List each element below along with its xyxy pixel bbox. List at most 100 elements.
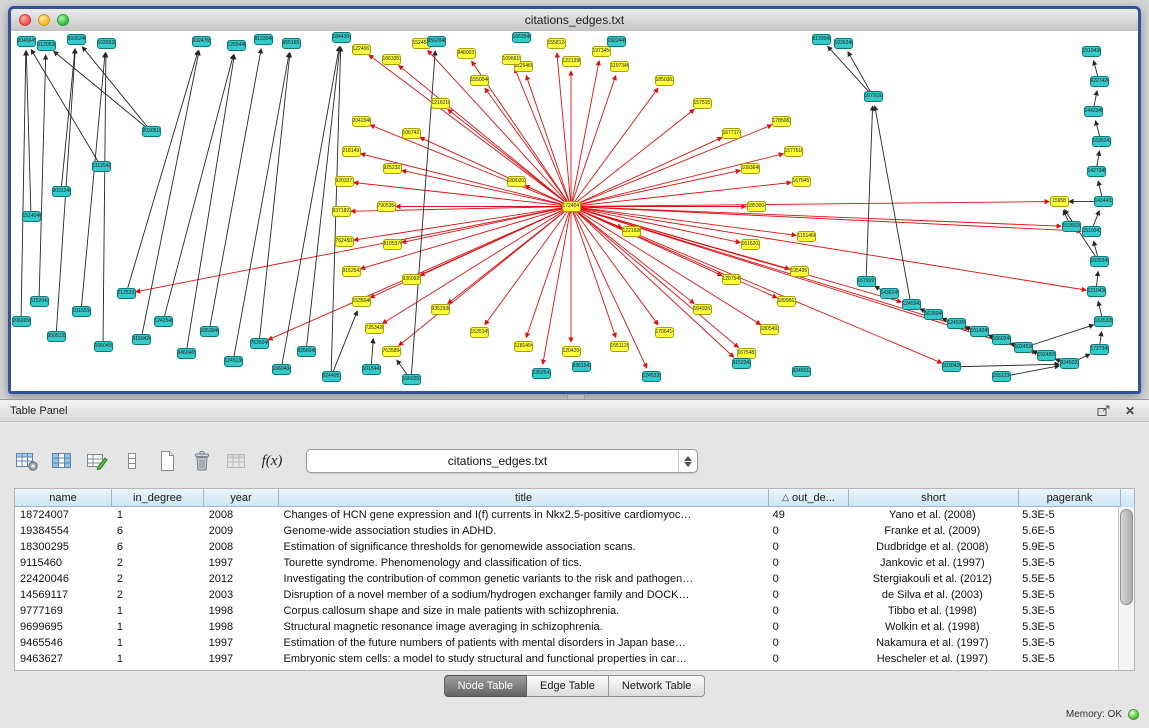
- graph-node[interactable]: 9936246: [67, 34, 86, 45]
- graph-node[interactable]: 1635335: [1094, 316, 1113, 327]
- graph-node[interactable]: 1551234: [992, 371, 1011, 382]
- column-header-name[interactable]: name: [15, 489, 112, 507]
- graph-node[interactable]: 9245012: [792, 366, 811, 377]
- graph-node[interactable]: 1224061: [352, 44, 371, 55]
- graph-node[interactable]: 7624503: [335, 236, 354, 247]
- graph-node[interactable]: 1015034: [72, 306, 91, 317]
- graph-edge[interactable]: [543, 206, 571, 364]
- graph-edge[interactable]: [81, 53, 105, 312]
- graph-node[interactable]: 1635345: [1090, 256, 1109, 267]
- graph-node[interactable]: 9245032: [1060, 358, 1079, 369]
- graph-edge[interactable]: [31, 50, 101, 167]
- graph-node[interactable]: 2060650: [12, 316, 31, 327]
- graph-node[interactable]: 9203371: [335, 176, 354, 187]
- graph-node[interactable]: 1844304: [332, 32, 351, 43]
- graph-edge[interactable]: [354, 206, 571, 240]
- column-header-short[interactable]: short: [849, 489, 1019, 507]
- graph-edge[interactable]: [557, 53, 571, 206]
- graph-node[interactable]: 1724047: [562, 201, 581, 212]
- table-columns-icon[interactable]: [49, 448, 75, 474]
- graph-edge[interactable]: [571, 109, 694, 206]
- graph-edge[interactable]: [571, 206, 694, 303]
- graph-edge[interactable]: [571, 206, 777, 297]
- graph-node[interactable]: 1255446: [227, 40, 246, 51]
- graph-edge[interactable]: [571, 206, 616, 337]
- graph-node[interactable]: 1036246: [834, 38, 853, 49]
- graph-edge[interactable]: [571, 206, 1036, 352]
- graph-node[interactable]: 9371823: [332, 206, 351, 217]
- table-row[interactable]: 1938455462009Genome-wide association stu…: [15, 523, 1119, 539]
- graph-node[interactable]: 1679197: [857, 276, 876, 287]
- graph-node[interactable]: 2125333: [117, 288, 136, 299]
- graph-node[interactable]: 9227426: [1090, 76, 1109, 87]
- graph-node[interactable]: 1954957: [790, 266, 809, 277]
- graph-edge[interactable]: [428, 50, 571, 206]
- graph-node[interactable]: 1924505: [1037, 350, 1056, 361]
- graph-node[interactable]: 1216216: [431, 98, 450, 109]
- graph-node[interactable]: 2181491: [342, 146, 361, 157]
- function-icon[interactable]: f(x): [259, 448, 285, 474]
- graph-edge[interactable]: [103, 53, 106, 347]
- graph-node[interactable]: 2120530: [37, 40, 56, 51]
- graph-edge[interactable]: [402, 170, 571, 206]
- graph-node[interactable]: 1535145: [470, 327, 489, 338]
- graph-node[interactable]: 1152943: [30, 296, 49, 307]
- graph-node[interactable]: 2046645: [17, 36, 36, 47]
- graph-edge[interactable]: [571, 61, 599, 207]
- graph-node[interactable]: 1096619: [502, 54, 521, 65]
- graph-node[interactable]: 15958: [1050, 196, 1069, 207]
- graph-node[interactable]: 1112546: [92, 161, 111, 172]
- graph-edge[interactable]: [26, 51, 31, 216]
- graph-edge[interactable]: [306, 47, 340, 352]
- new-file-icon[interactable]: [154, 448, 180, 474]
- table-row[interactable]: 969969511998Structural magnetic resonanc…: [15, 619, 1119, 635]
- disabled-table-icon[interactable]: [224, 448, 250, 474]
- column-header-title[interactable]: title: [279, 489, 769, 507]
- graph-node[interactable]: 1510342: [1082, 226, 1101, 237]
- graph-node[interactable]: 1663351: [382, 54, 401, 65]
- table-row[interactable]: 1830029562008Estimation of significance …: [15, 539, 1119, 555]
- graph-node[interactable]: 1204204: [562, 346, 581, 357]
- tab-network-table[interactable]: Network Table: [609, 675, 706, 697]
- graph-node[interactable]: 9562046: [427, 36, 446, 47]
- graph-node[interactable]: 1577516: [784, 146, 803, 157]
- graph-edge[interactable]: [571, 202, 1049, 207]
- graph-node[interactable]: 1245365: [947, 318, 966, 329]
- graph-edge[interactable]: [233, 53, 289, 362]
- graph-node[interactable]: 1535046: [352, 296, 371, 307]
- graph-edge[interactable]: [209, 49, 261, 332]
- graph-edge[interactable]: [526, 76, 571, 207]
- table-row[interactable]: 1872400712008Changes of HCN gene express…: [15, 507, 1119, 523]
- graph-node[interactable]: 1014245: [970, 326, 989, 337]
- table-row[interactable]: 911546021997Tourette syndrome. Phenomeno…: [15, 555, 1119, 571]
- graph-node[interactable]: 1207545: [722, 274, 741, 285]
- graph-node[interactable]: 2030510: [142, 126, 161, 137]
- graph-node[interactable]: 7635046: [250, 338, 269, 349]
- graph-edge[interactable]: [571, 170, 740, 206]
- graph-node[interactable]: 1550046: [470, 75, 489, 86]
- graph-node[interactable]: 1660252: [402, 374, 421, 385]
- graph-edge[interactable]: [951, 364, 1059, 367]
- graph-node[interactable]: 1036535: [97, 38, 116, 49]
- graph-node[interactable]: 7253428: [365, 323, 384, 334]
- network-window-titlebar[interactable]: citations_edges.txt: [11, 9, 1138, 32]
- graph-node[interactable]: 1245136: [224, 356, 243, 367]
- graph-edge[interactable]: [21, 51, 26, 322]
- graph-node[interactable]: 9361542: [572, 361, 591, 372]
- graph-node[interactable]: 1805493: [760, 324, 779, 335]
- graph-node[interactable]: 1830202: [507, 176, 526, 187]
- graph-edge[interactable]: [571, 206, 761, 324]
- graph-node[interactable]: 1675483: [737, 348, 756, 359]
- graph-edge[interactable]: [875, 106, 911, 305]
- tab-edge-table[interactable]: Edge Table: [527, 675, 609, 697]
- trash-icon[interactable]: [189, 448, 215, 474]
- table-row[interactable]: 977716911998Corpus callosum shape and si…: [15, 603, 1119, 619]
- graph-edge[interactable]: [163, 55, 233, 322]
- graph-node[interactable]: 1093648: [741, 163, 760, 174]
- graph-node[interactable]: 1899561: [777, 296, 796, 307]
- graph-node[interactable]: 1853004: [747, 201, 766, 212]
- edit-table-icon[interactable]: [84, 448, 110, 474]
- graph-node[interactable]: 1427345: [1087, 166, 1106, 177]
- table-settings-icon[interactable]: [14, 448, 40, 474]
- graph-edge[interactable]: [848, 52, 873, 96]
